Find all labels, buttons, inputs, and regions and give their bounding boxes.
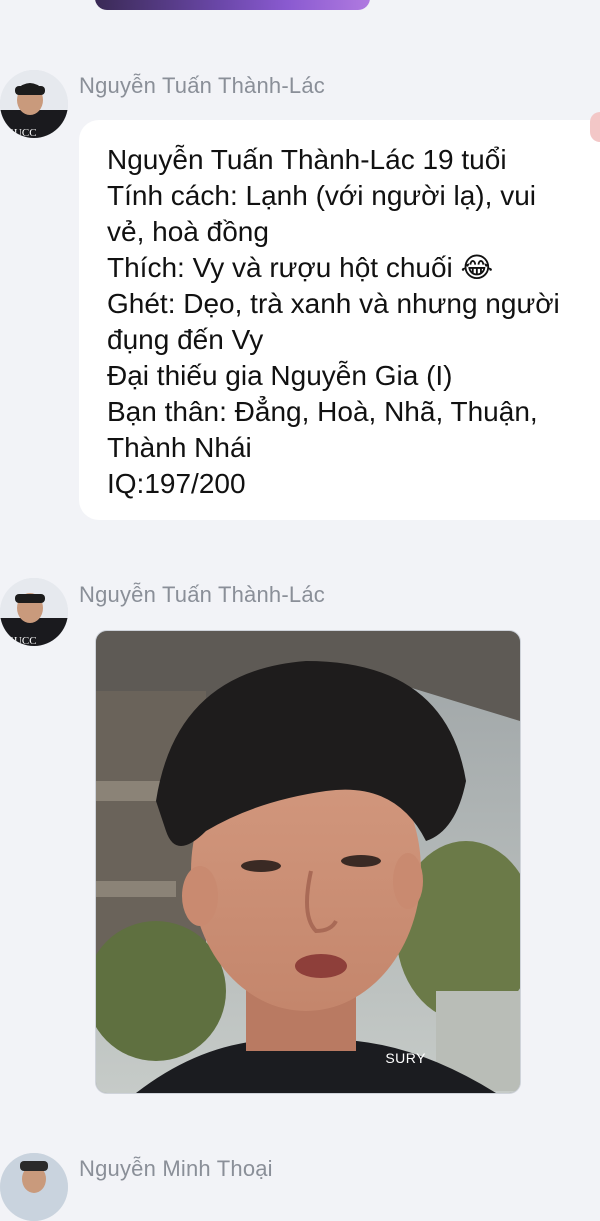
avatar[interactable] [0,1153,68,1221]
sender-name: Nguyễn Tuấn Thành-Lác [79,582,325,607]
message-line: IQ:197/200 [107,468,246,499]
photo-watermark: SURY [385,1050,426,1066]
reaction-indicator [590,112,600,142]
avatar-photo-icon: GUCC [0,70,68,138]
message-line: Thích: Vy và rượu hột chuối 😂 [107,252,494,283]
message-line: Ghét: Dẹo, trà xanh và nhưng người [107,288,560,319]
message-line: Nguyễn Tuấn Thành-Lác 19 tuổi [107,144,507,175]
message-line: vẻ, hoà đồng [107,216,269,247]
message-line: đụng đến Vy [107,324,264,355]
sender-name: Nguyễn Minh Thoại [79,1156,273,1181]
sender-name: Nguyễn Tuấn Thành-Lác [79,73,325,98]
message-line: Tính cách: Lạnh (với người lạ), vui [107,180,536,211]
avatar[interactable]: GUCC [0,70,68,138]
avatar-photo-icon [0,1153,68,1221]
message-line: Thành Nhái [107,432,252,463]
avatar-photo-icon: GUCC [0,578,68,646]
avatar-shirt-text: GUCC [6,127,37,138]
message-photo[interactable]: SURY [95,630,521,1094]
message-line: Đại thiếu gia Nguyễn Gia (I) [107,360,453,391]
avatar-shirt-text: GUCC [6,635,37,646]
portrait-photo [96,631,520,1093]
message-line: Bạn thân: Đẳng, Hoà, Nhã, Thuận, [107,396,538,427]
avatar[interactable]: GUCC [0,578,68,646]
message-text: Nguyễn Tuấn Thành-Lác 19 tuổi Tính cách:… [107,142,587,502]
previous-message-media[interactable] [95,0,370,10]
